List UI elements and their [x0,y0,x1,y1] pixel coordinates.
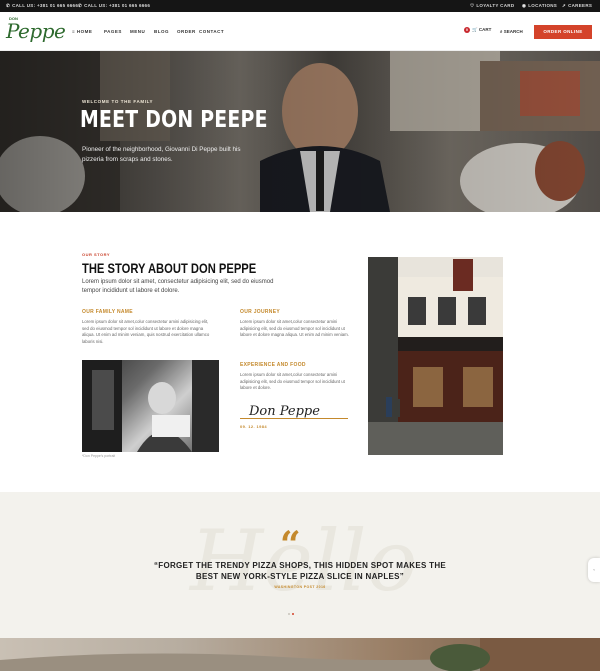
nav-contact[interactable]: CONTACT [199,29,224,34]
signature-date: 09. 12. 1984 [240,424,268,429]
testimonial-text: “FORGET THE TRENDY PIZZA SHOPS, THIS HID… [153,561,447,581]
family-name-heading: OUR FAMILY NAME [82,309,133,315]
phone-link-2[interactable]: ✆ CALL US: +381 01 665 6666 [78,3,150,9]
careers-link[interactable]: ➚ CAREERS [562,3,592,9]
experience-text: Lorem ipsum dolor sit amet,colur consect… [240,372,345,391]
story-section: OUR STORY THE STORY ABOUT DON PEPPE Lore… [0,212,600,492]
arrow-icon: ➚ [562,3,567,8]
chevron-icon: ‹ [593,567,595,572]
nav-blog[interactable]: BLOG [154,29,169,34]
slider-dot-active[interactable] [292,613,294,615]
loyalty-card-link[interactable]: ♡ LOYALTY CARD [470,3,514,9]
signature-divider [240,418,348,419]
story-kicker: OUR STORY [82,252,111,257]
bottom-photo [0,638,600,671]
main-navigation: DON Peppe ≡ HOME PAGES MENU BLOG ORDER C… [0,12,600,51]
portrait-photo [82,360,219,452]
testimonial-source: WASHINGTON POST 2016 [274,585,326,589]
slider-dot[interactable] [288,613,290,615]
top-bar: ✆ CALL US: +381 01 665 6666 ✆ CALL US: +38… [0,0,600,12]
hero-description: Pioneer of the neighborhood, Giovanni Di… [82,146,241,163]
order-online-button[interactable]: ORDER ONLINE [534,25,592,39]
nav-home[interactable]: ≡ HOME [72,29,92,34]
pub-image [368,257,503,455]
story-lead: Lorem ipsum dolor sit amet, consectetur … [82,279,274,294]
experience-heading: EXPERIENCE AND FOOD [240,362,306,368]
nav-order[interactable]: ORDER [177,29,196,34]
heart-icon: ♡ [470,3,475,8]
story-title: THE STORY ABOUT DON PEPPE [82,260,257,276]
signature: Don Peppe [249,404,320,419]
nav-menu[interactable]: MENU [130,29,145,34]
pin-icon: ◉ [522,3,527,8]
cart-count-badge: 0 [464,27,470,33]
portrait-image [82,360,219,452]
nav-pages[interactable]: PAGES [104,29,122,34]
journey-text: Lorem ipsum dolor sit amet,colur consect… [240,319,349,338]
hero-kicker: WELCOME TO THE FAMILY [82,99,154,104]
journey-heading: OUR JOURNEY [240,309,280,315]
locations-link[interactable]: ◉ LOCATIONS [522,3,557,9]
side-tab-button[interactable]: ‹ [588,558,600,582]
site-logo[interactable]: Peppe [6,19,66,43]
phone-link-1[interactable]: ✆ CALL US: +381 01 665 6666 [6,3,78,9]
hero-banner: WELCOME TO THE FAMILY MEET DON PEEPE Pio… [0,51,600,212]
bottom-image [0,638,600,671]
phone-icon: ✆ [6,3,11,8]
cart-icon: 🛒 [472,27,478,32]
phone-icon: ✆ [78,3,83,8]
testimonial-section: Hello “ “FORGET THE TRENDY PIZZA SHOPS, … [0,492,600,638]
pub-photo [368,257,503,455]
search-button[interactable]: ⌕ SEARCH [500,29,523,34]
family-name-text: Lorem ipsum dolor sit amet,colur consect… [82,319,210,344]
slider-dots [288,602,296,620]
cart-button[interactable]: 0 🛒 CART [464,27,491,33]
hero-title: MEET DON PEEPE [80,107,268,133]
portrait-caption: *Don Peppe's portrait [82,454,116,458]
